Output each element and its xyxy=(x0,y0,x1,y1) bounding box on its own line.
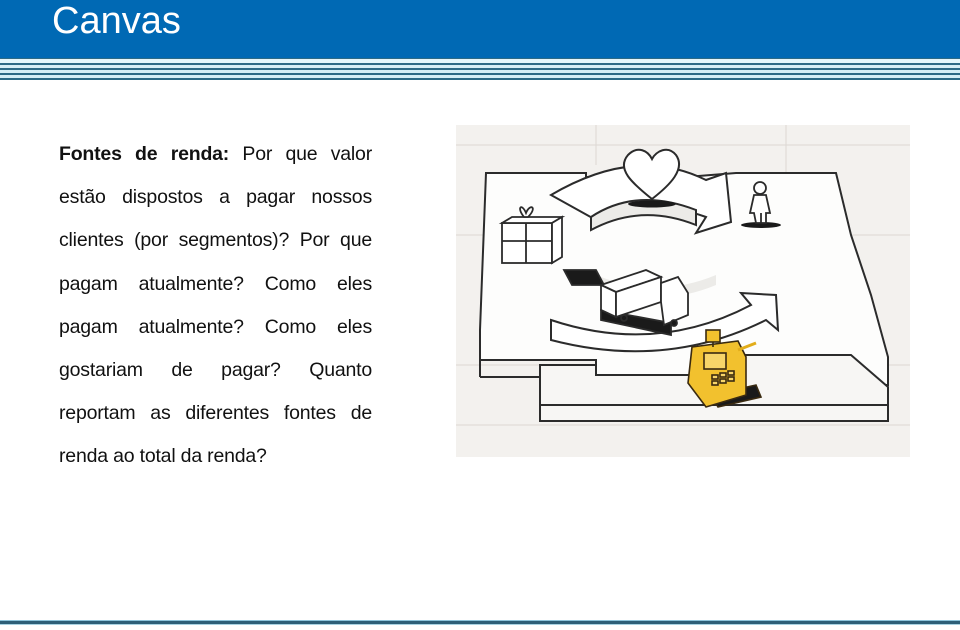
paragraph-text: Por que valor estão dispostos a pagar no… xyxy=(59,143,372,468)
canvas-sketch xyxy=(456,125,910,426)
slide-header: Canvas xyxy=(0,0,960,58)
canvas-illustration xyxy=(456,125,910,457)
body-paragraph: Fontes de renda: Por que valor estão dis… xyxy=(59,133,372,479)
paragraph-lead: Fontes de renda: xyxy=(59,143,230,165)
slide-title: Canvas xyxy=(52,0,181,42)
header-stripes xyxy=(0,58,960,82)
footer-divider-light xyxy=(0,624,960,625)
